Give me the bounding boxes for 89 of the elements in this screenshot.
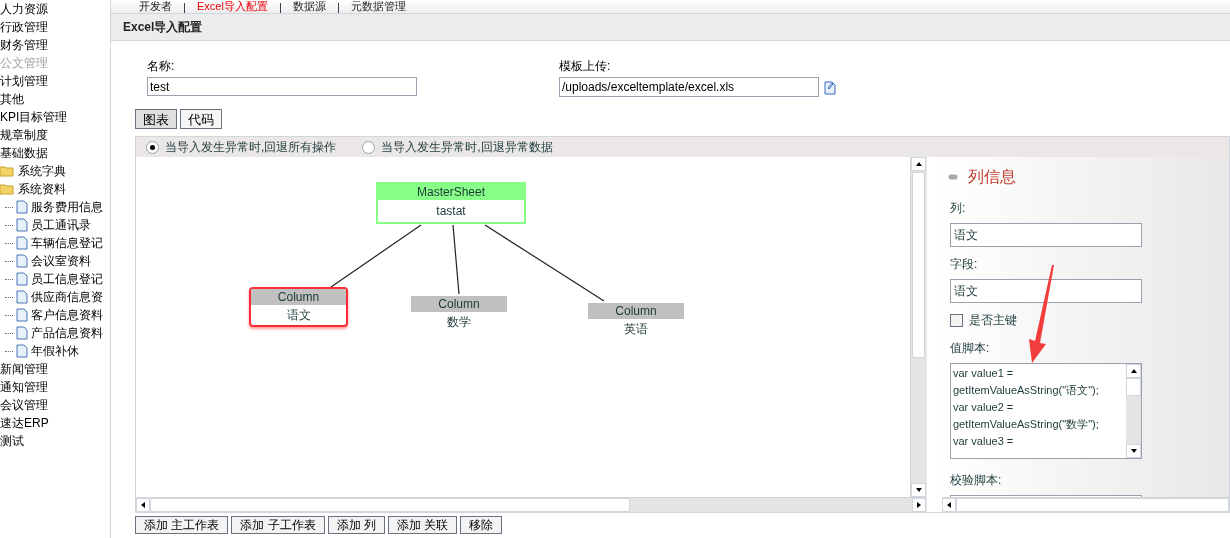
page-title: Excel导入配置: [123, 19, 203, 36]
nav-item[interactable]: 供应商信息资: [31, 288, 103, 306]
action-button[interactable]: 添加 子工作表: [231, 516, 325, 534]
node-header: MasterSheet: [378, 184, 524, 200]
field-label: 列:: [950, 200, 967, 217]
nav-item[interactable]: 产品信息资料: [31, 324, 103, 342]
view-button[interactable]: 代码: [180, 109, 222, 129]
document-icon: [16, 290, 28, 304]
document-icon: [16, 236, 28, 250]
vertical-scrollbar[interactable]: [910, 157, 926, 497]
node-label: 语文: [285, 307, 312, 324]
nav-item[interactable]: 测试: [0, 434, 24, 448]
name-field[interactable]: test: [147, 77, 417, 96]
node-label: 英语: [623, 321, 649, 338]
nav-item[interactable]: 规章制度: [0, 128, 48, 142]
column-node[interactable]: Column 数学: [409, 294, 509, 334]
scroll-arrow-icon[interactable]: [139, 501, 147, 509]
folder-icon: [0, 165, 14, 177]
node-header: Column: [588, 303, 684, 319]
field-name-field[interactable]: 语文: [950, 279, 1142, 303]
scroll-thumb[interactable]: [912, 172, 925, 358]
scroll-arrow-icon[interactable]: [914, 160, 923, 168]
folder-icon: [0, 183, 14, 195]
panel-title: 列信息: [968, 167, 1016, 187]
document-icon: [16, 254, 28, 268]
column-field[interactable]: 语文: [950, 223, 1142, 247]
nav-item[interactable]: 其他: [0, 92, 24, 106]
node-header: Column: [251, 289, 346, 305]
horizontal-scrollbar[interactable]: [136, 497, 926, 512]
nav-item[interactable]: 新闻管理: [0, 362, 48, 376]
attachment-icon[interactable]: [823, 79, 837, 95]
document-icon: [16, 272, 28, 286]
nav-item[interactable]: 系统字典: [18, 162, 66, 180]
nav-item[interactable]: 会议室资料: [31, 252, 91, 270]
radio-button[interactable]: [146, 140, 159, 154]
top-tab[interactable]: 开发者: [139, 0, 172, 13]
column-node[interactable]: Column 英语: [586, 301, 686, 341]
field-label: 名称:: [147, 58, 176, 75]
scroll-arrow-icon[interactable]: [1129, 447, 1138, 455]
master-sheet-node[interactable]: MasterSheet tastat: [376, 182, 526, 224]
top-tab[interactable]: 元数据管理: [350, 0, 406, 13]
view-button[interactable]: 图表: [135, 109, 177, 129]
nav-item[interactable]: 基础数据: [0, 146, 48, 160]
field-label: 模板上传:: [559, 58, 612, 75]
nav-item[interactable]: 财务管理: [0, 38, 48, 52]
radio-button[interactable]: [362, 140, 376, 154]
document-icon: [16, 308, 28, 322]
document-icon: [16, 326, 28, 340]
node-label: 数学: [446, 314, 472, 331]
nav-item[interactable]: 车辆信息登记: [31, 234, 103, 252]
nav-item[interactable]: KPI目标管理: [0, 110, 68, 124]
node-label: tastat: [435, 203, 467, 220]
scroll-thumb[interactable]: [150, 498, 630, 512]
document-icon: [16, 200, 28, 214]
nav-item[interactable]: 会议管理: [0, 398, 48, 412]
radio-label: 当导入发生异常时,回退所有操作: [165, 139, 337, 156]
nav-item[interactable]: 行政管理: [0, 20, 48, 34]
nav-item[interactable]: 系统资料: [18, 180, 66, 198]
nav-item[interactable]: 通知管理: [0, 380, 48, 394]
nav-item[interactable]: 速达ERP: [0, 416, 49, 430]
nav-item[interactable]: 员工通讯录: [31, 216, 91, 234]
action-button[interactable]: 移除: [460, 516, 503, 534]
field-label: 字段:: [950, 256, 979, 273]
action-button[interactable]: 添加 关联: [388, 516, 458, 534]
connector-line: [452, 224, 460, 295]
nav-item[interactable]: 服务费用信息: [31, 198, 103, 216]
nav-item[interactable]: 客户信息资料: [31, 306, 103, 324]
action-button[interactable]: 添加 列: [327, 516, 386, 534]
checkbox-label: 是否主键: [969, 312, 1017, 329]
top-tab[interactable]: 数据源: [292, 0, 326, 13]
field-label: 值脚本:: [950, 340, 991, 357]
top-tab[interactable]: Excel导入配置: [197, 0, 268, 13]
nav-item[interactable]: 计划管理: [0, 74, 48, 88]
nav-item[interactable]: 人力资源: [0, 2, 48, 16]
template-path-field[interactable]: /uploads/exceltemplate/excel.xls: [559, 77, 819, 97]
document-icon: [16, 344, 28, 358]
scroll-arrow-icon[interactable]: [1129, 367, 1138, 375]
scroll-arrow-icon[interactable]: [945, 501, 953, 509]
document-icon: [16, 218, 28, 232]
value-script-field[interactable]: var value1 = getItemValueAsString("语文"); var value2 = getItemValueAsString("数学"); var value3 =: [950, 363, 1142, 459]
node-header: Column: [411, 296, 507, 312]
scroll-thumb[interactable]: [1126, 378, 1141, 396]
column-node[interactable]: Column 语文: [249, 287, 348, 327]
field-label: 校验脚本:: [950, 472, 1003, 489]
checkbox[interactable]: [950, 313, 963, 327]
radio-label: 当导入发生异常时,回退异常数据: [381, 139, 553, 156]
action-button[interactable]: 添加 主工作表: [135, 516, 229, 534]
nav-item[interactable]: 年假补休: [31, 342, 79, 360]
nav-item[interactable]: 员工信息登记: [31, 270, 103, 288]
